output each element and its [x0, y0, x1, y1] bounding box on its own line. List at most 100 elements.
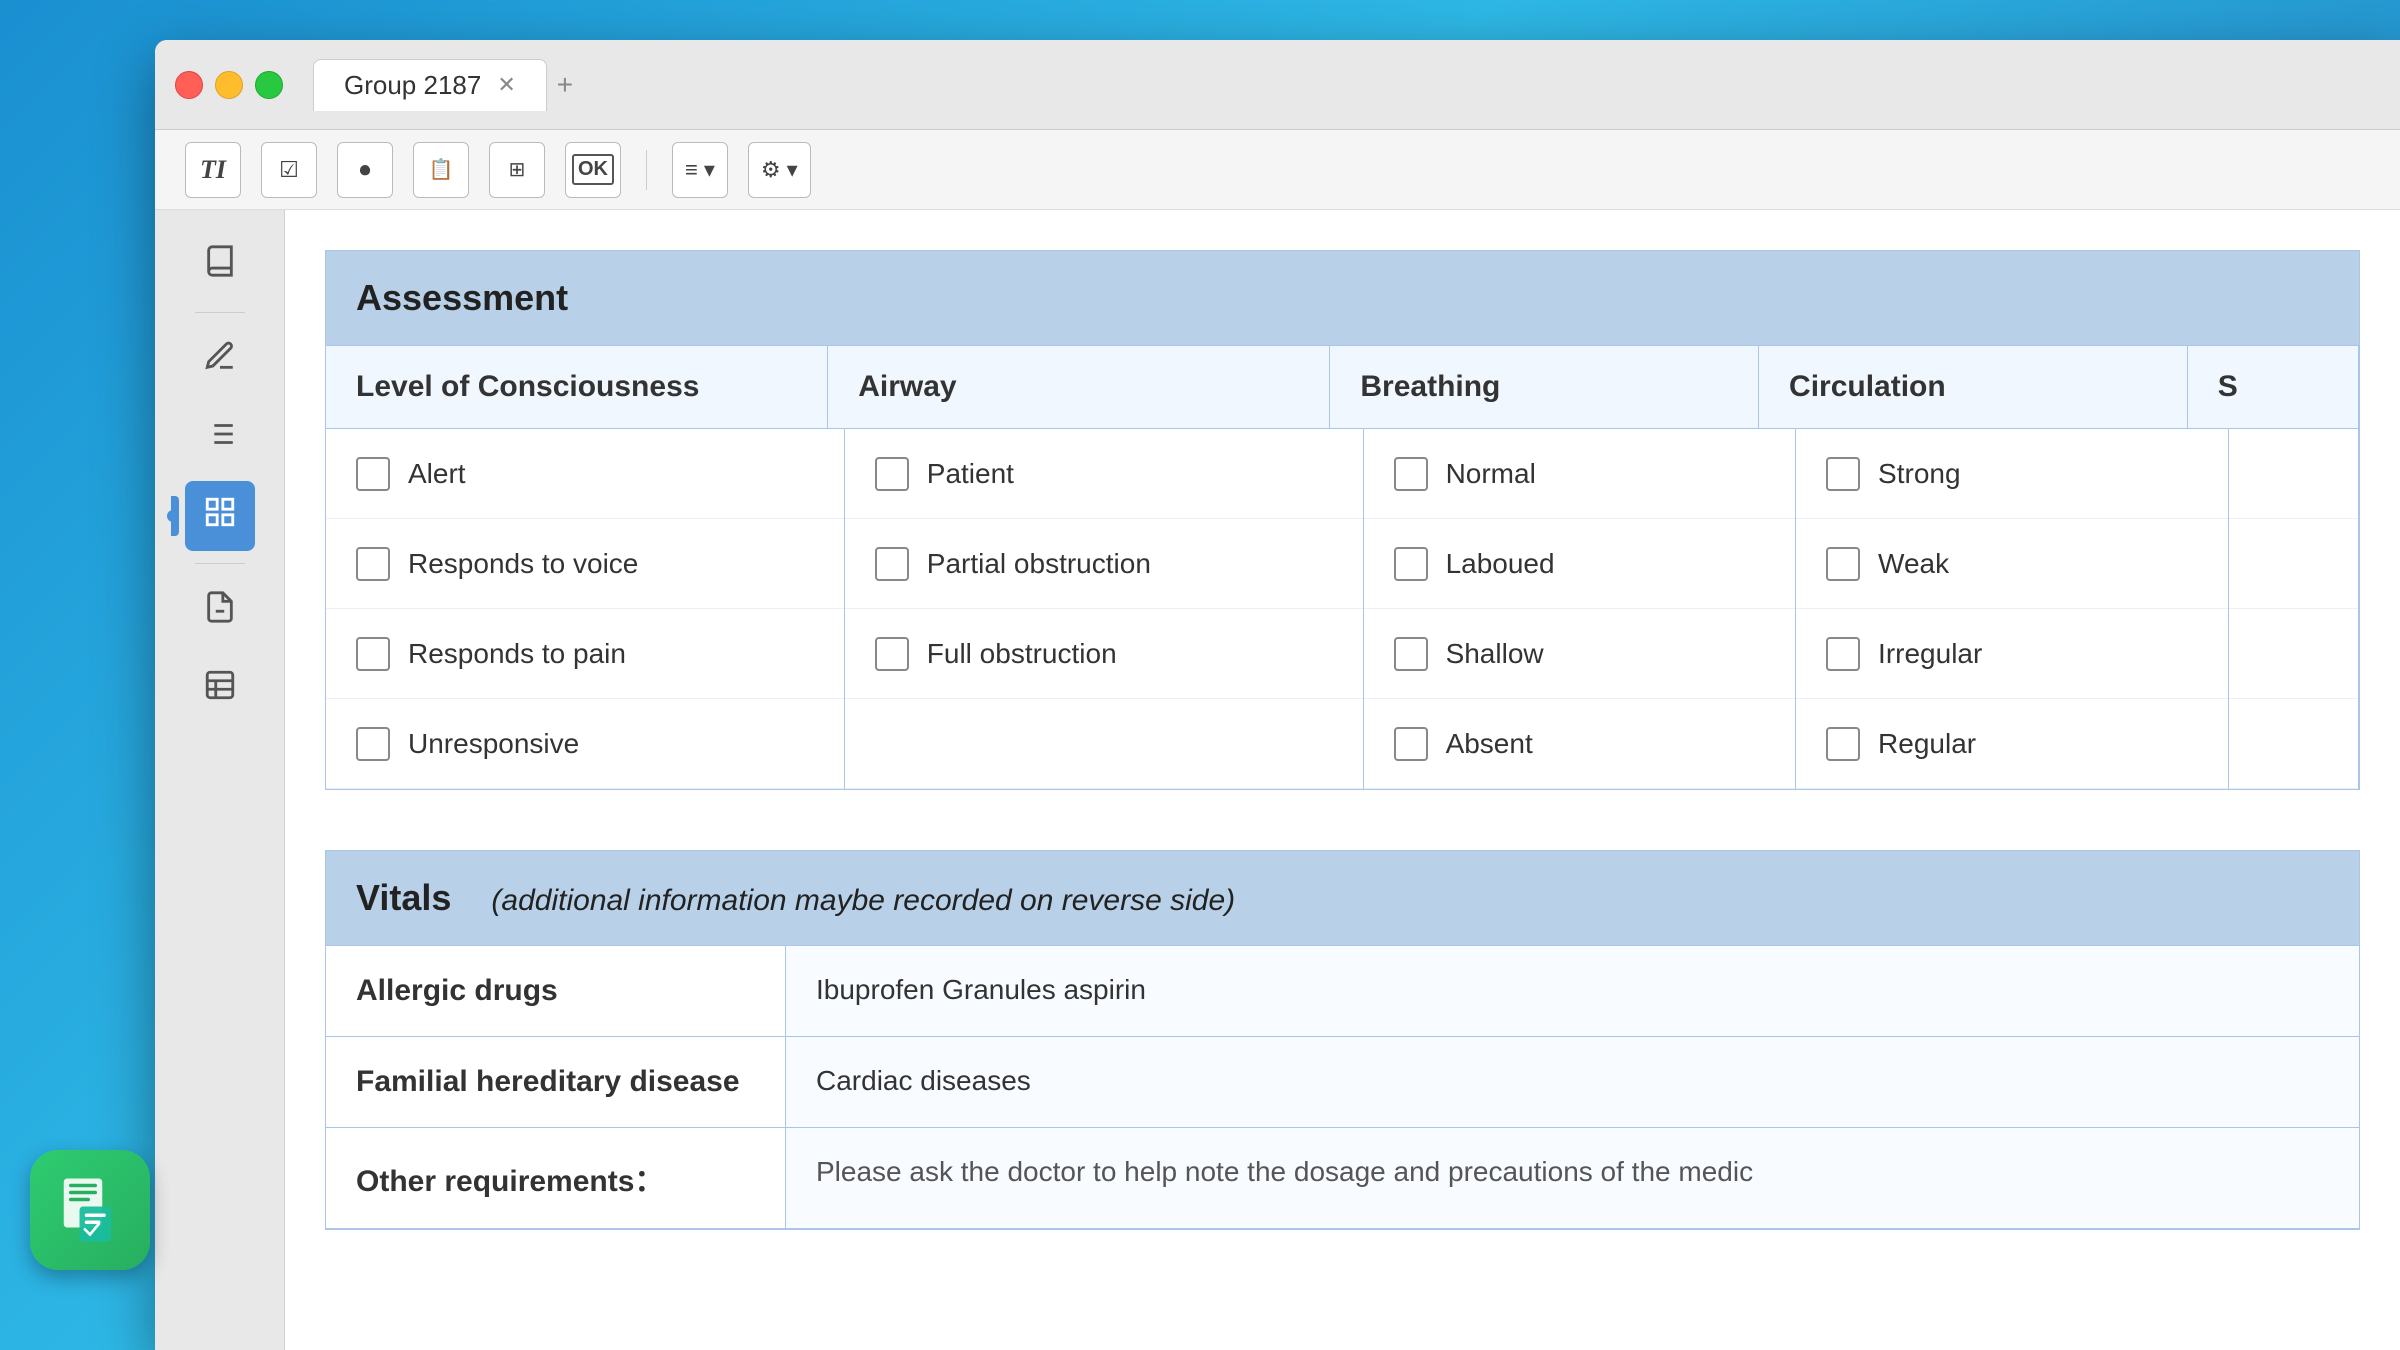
book-icon	[203, 244, 237, 286]
vitals-label-other: Other requirements：	[326, 1128, 786, 1228]
vitals-title: Vitals	[356, 877, 451, 918]
list-item: Full obstruction	[845, 609, 1363, 699]
grid-icon	[203, 495, 237, 537]
settings-tool-dropdown[interactable]: ⚙ ▾	[748, 142, 811, 198]
text-tool-icon: TI	[200, 155, 226, 185]
checkbox-shallow[interactable]	[1394, 637, 1428, 671]
list-item-s1	[2229, 429, 2358, 519]
checkbox-irregular[interactable]	[1826, 637, 1860, 671]
sidebar-item-list[interactable]	[185, 403, 255, 473]
checkbox-laboued[interactable]	[1394, 547, 1428, 581]
checkbox-regular[interactable]	[1826, 727, 1860, 761]
label-responds-pain: Responds to pain	[408, 638, 626, 670]
highlight-icon	[203, 339, 237, 381]
form-tool-button[interactable]: 📋	[413, 142, 469, 198]
main-layout: Assessment Level of Consciousness Airway…	[155, 210, 2400, 1350]
checkbox-tool-icon: ☑	[279, 157, 299, 183]
list-item-s2	[2229, 519, 2358, 609]
settings-dropdown-arrow: ▾	[787, 157, 798, 183]
sidebar-item-highlight[interactable]	[185, 325, 255, 395]
list-item: Responds to pain	[326, 609, 844, 699]
checkbox-partial-obstruction[interactable]	[875, 547, 909, 581]
sidebar-item-grid[interactable]	[185, 481, 255, 551]
new-tab-button[interactable]: +	[557, 69, 573, 101]
checkbox-absent[interactable]	[1394, 727, 1428, 761]
col-header-breathing: Breathing	[1330, 346, 1759, 428]
title-bar: Group 2187 ✕ +	[155, 40, 2400, 130]
active-tab[interactable]: Group 2187 ✕	[313, 59, 547, 111]
list-item: Absent	[1364, 699, 1795, 789]
form-tool-icon: 📋	[429, 157, 454, 182]
label-patient: Patient	[927, 458, 1014, 490]
list-item: Shallow	[1364, 609, 1795, 699]
tab-bar: Group 2187 ✕ +	[313, 59, 573, 111]
col-airway-data: Patient Partial obstruction Full obstruc…	[845, 429, 1364, 789]
label-strong: Strong	[1878, 458, 1961, 490]
checkbox-responds-voice[interactable]	[356, 547, 390, 581]
app-icon[interactable]	[30, 1150, 150, 1270]
sidebar-sep-1	[195, 312, 245, 313]
table-icon	[203, 668, 237, 710]
col-header-level: Level of Consciousness	[326, 346, 828, 428]
sidebar-item-doc[interactable]	[185, 576, 255, 646]
checkbox-weak[interactable]	[1826, 547, 1860, 581]
toolbar-separator-1	[646, 150, 647, 190]
col-breathing-data: Normal Laboued Shallow Absent	[1364, 429, 1796, 789]
col-headers-row: Level of Consciousness Airway Breathing …	[326, 346, 2359, 429]
checkbox-responds-pain[interactable]	[356, 637, 390, 671]
ok-tool-icon: OK	[572, 154, 614, 185]
close-button[interactable]	[175, 71, 203, 99]
traffic-lights	[175, 71, 283, 99]
vitals-header: Vitals (additional information maybe rec…	[326, 851, 2359, 946]
label-shallow: Shallow	[1446, 638, 1544, 670]
label-alert: Alert	[408, 458, 466, 490]
list-item: Unresponsive	[326, 699, 844, 789]
doc-icon	[203, 590, 237, 632]
checkbox-tool-button[interactable]: ☑	[261, 142, 317, 198]
label-normal: Normal	[1446, 458, 1536, 490]
checkbox-alert[interactable]	[356, 457, 390, 491]
label-regular: Regular	[1878, 728, 1976, 760]
list-icon	[203, 417, 237, 459]
maximize-button[interactable]	[255, 71, 283, 99]
label-laboued: Laboued	[1446, 548, 1555, 580]
sidebar-sep-2	[195, 563, 245, 564]
list-item: Partial obstruction	[845, 519, 1363, 609]
record-tool-icon: ⏺	[359, 157, 370, 183]
text-tool-button[interactable]: TI	[185, 142, 241, 198]
checkbox-strong[interactable]	[1826, 457, 1860, 491]
tab-close-button[interactable]: ✕	[497, 72, 515, 98]
assessment-header: Assessment	[326, 251, 2359, 346]
checkbox-normal[interactable]	[1394, 457, 1428, 491]
vitals-value-allergic[interactable]: Ibuprofen Granules aspirin	[786, 946, 2359, 1036]
vitals-value-hereditary[interactable]: Cardiac diseases	[786, 1037, 2359, 1127]
list-item: Weak	[1796, 519, 2227, 609]
label-absent: Absent	[1446, 728, 1533, 760]
layout-tool-button[interactable]: ⊞	[489, 142, 545, 198]
list-item: Regular	[1796, 699, 2227, 789]
vitals-section: Vitals (additional information maybe rec…	[325, 850, 2360, 1230]
list-item: Responds to voice	[326, 519, 844, 609]
toolbar: TI ☑ ⏺ 📋 ⊞ OK ≡ ▾ ⚙ ▾	[155, 130, 2400, 210]
sidebar-item-book[interactable]	[185, 230, 255, 300]
ok-tool-button[interactable]: OK	[565, 142, 621, 198]
record-tool-button[interactable]: ⏺	[337, 142, 393, 198]
label-weak: Weak	[1878, 548, 1949, 580]
vitals-row-other: Other requirements： Please ask the docto…	[326, 1128, 2359, 1229]
sidebar-item-table[interactable]	[185, 654, 255, 724]
checkbox-patient[interactable]	[875, 457, 909, 491]
vitals-row-hereditary: Familial hereditary disease Cardiac dise…	[326, 1037, 2359, 1128]
vitals-subtitle: (additional information maybe recorded o…	[491, 884, 1235, 917]
active-indicator	[167, 510, 179, 522]
col-header-s: S	[2188, 346, 2359, 428]
list-tool-dropdown[interactable]: ≡ ▾	[672, 142, 728, 198]
list-item: Laboued	[1364, 519, 1795, 609]
minimize-button[interactable]	[215, 71, 243, 99]
vitals-value-other[interactable]: Please ask the doctor to help note the d…	[786, 1128, 2359, 1228]
checkbox-unresponsive[interactable]	[356, 727, 390, 761]
label-unresponsive: Unresponsive	[408, 728, 579, 760]
checkbox-full-obstruction[interactable]	[875, 637, 909, 671]
col-circulation-data: Strong Weak Irregular Regular	[1796, 429, 2228, 789]
label-full-obstruction: Full obstruction	[927, 638, 1117, 670]
dropdown-arrow: ▾	[704, 157, 715, 183]
